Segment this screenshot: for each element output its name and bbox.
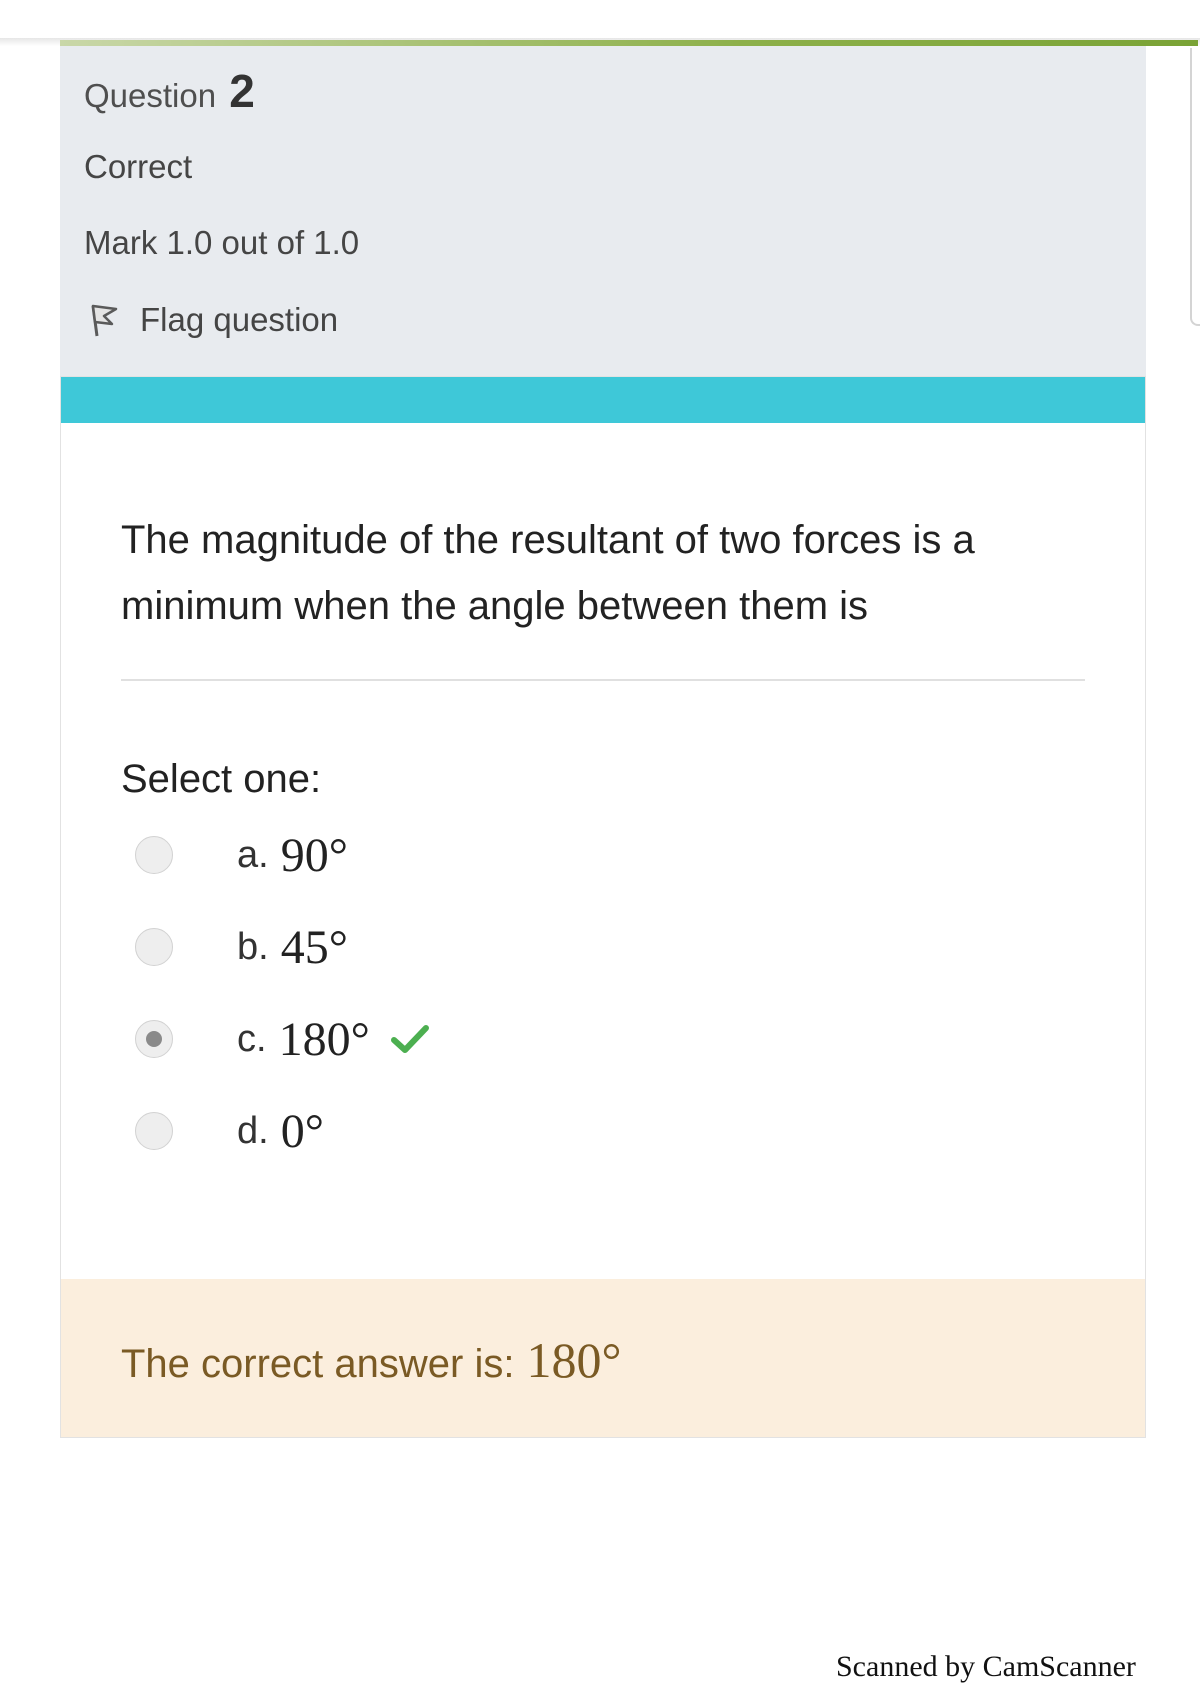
option-letter: d. [237,1109,269,1152]
question-number-heading: Question 2 [84,64,255,118]
checkmark-icon [390,1025,429,1053]
question-grade: Mark 1.0 out of 1.0 [84,224,360,261]
feedback-answer: 180° [526,1332,622,1388]
question-divider [121,679,1085,681]
flag-question-link[interactable]: Flag question [84,300,338,340]
side-panel-edge [1190,48,1200,326]
answer-options: a. 90° b. 45° c. 180° d. 0° [135,809,935,1177]
radio-button[interactable] [135,1112,173,1150]
flag-question-label: Flag question [140,301,339,338]
option-value: 45° [280,920,348,974]
question-text: The magnitude of the resultant of two fo… [121,518,975,628]
option-letter: a. [237,833,269,876]
content-accent-bar [61,377,1145,423]
radio-button-selected[interactable] [135,1020,173,1058]
answer-option-b[interactable]: b. 45° [135,901,935,993]
option-value: 90° [280,828,348,882]
feedback-label: The correct answer is: [121,1342,515,1386]
answer-option-d[interactable]: d. 0° [135,1085,935,1177]
question-info-panel: Question 2 Correct Mark 1.0 out of 1.0 F… [60,46,1146,376]
flag-icon [91,304,118,337]
question-number: 2 [229,65,255,117]
question-label: Question [84,77,217,114]
option-value: 0° [280,1104,324,1158]
option-letter: b. [237,925,269,968]
select-one-prompt: Select one: [121,757,322,801]
answer-option-c[interactable]: c. 180° [135,993,935,1085]
correct-answer-feedback: The correct answer is: 180° [121,1331,621,1389]
radio-button[interactable] [135,836,173,874]
answer-option-a[interactable]: a. 90° [135,809,935,901]
question-content: The magnitude of the resultant of two fo… [60,376,1146,1438]
feedback-panel: The correct answer is: 180° [61,1279,1145,1437]
option-value: 180° [278,1012,370,1066]
question-state: Correct [84,148,193,185]
option-letter: c. [237,1017,267,1060]
radio-button[interactable] [135,928,173,966]
scanner-watermark: Scanned by CamScanner [836,1650,1136,1683]
